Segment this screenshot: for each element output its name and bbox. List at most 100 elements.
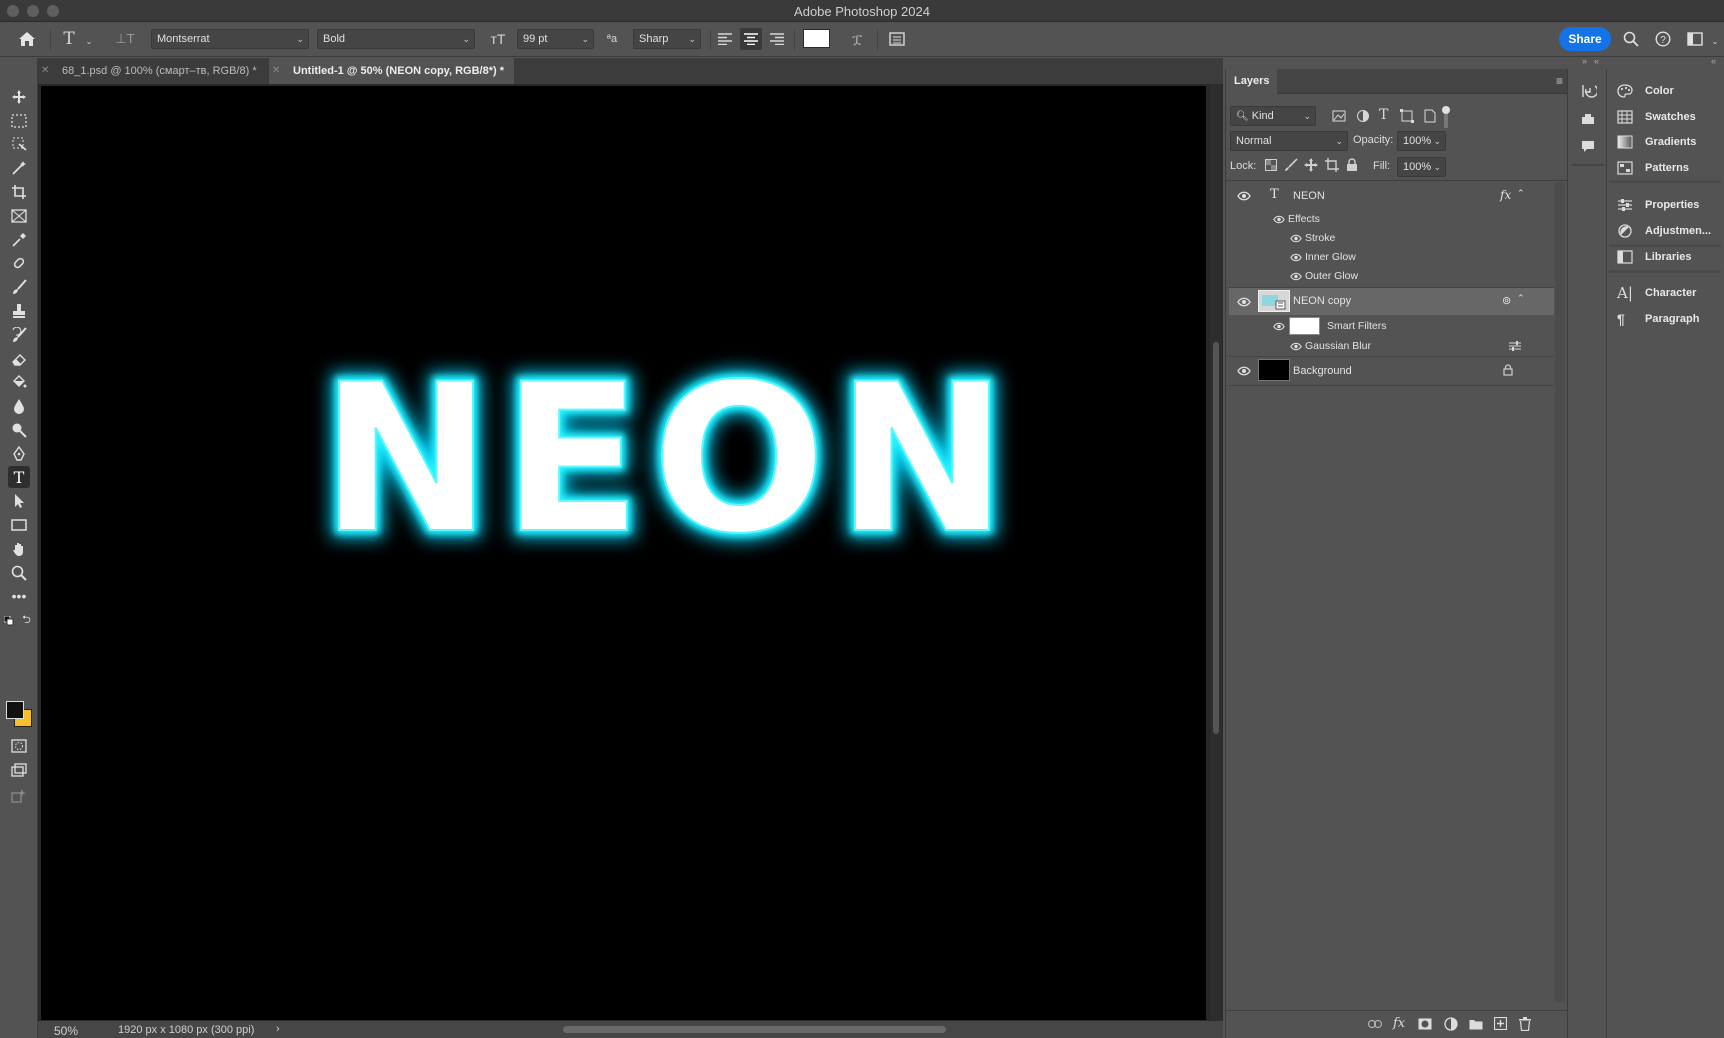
layer-name[interactable]: NEON copy (1293, 295, 1351, 307)
fill-field[interactable]: 100% ⌄ (1397, 157, 1446, 177)
layer-row-background[interactable]: Background (1229, 357, 1554, 384)
adjustments-panel-button[interactable]: Adjustmen... (1617, 221, 1711, 241)
character-panel-toggle-icon[interactable] (886, 28, 908, 50)
layer-row-neon[interactable]: T NEON fx ⌃ (1229, 182, 1554, 210)
type-tool-preset-icon[interactable]: T (58, 28, 80, 50)
visibility-eye-icon[interactable] (1273, 322, 1285, 331)
filter-shape-icon[interactable] (1400, 109, 1416, 123)
filter-adjustment-icon[interactable] (1356, 109, 1372, 123)
healing-brush-tool-icon[interactable] (8, 252, 30, 274)
help-icon[interactable]: ? (1652, 28, 1674, 50)
generative-icon[interactable] (8, 785, 30, 807)
workspace-chevron-icon[interactable]: ⌄ (1704, 30, 1724, 52)
delete-layer-icon[interactable] (1519, 1017, 1531, 1031)
align-center-icon[interactable] (740, 28, 762, 50)
dodge-tool-icon[interactable] (8, 419, 30, 441)
lock-image-pixels-icon[interactable] (1284, 158, 1298, 172)
font-size-dropdown[interactable]: 99 pt ⌄ (517, 29, 594, 49)
collapse-panels-icon[interactable]: » (1582, 56, 1587, 66)
document-tab-68-1[interactable]: ✕ 68_1.psd @ 100% (смарт–тв, RGB/8) * (38, 58, 269, 84)
foreground-color-swatch[interactable] (6, 701, 24, 719)
panel-menu-icon[interactable]: ≡ (1556, 74, 1563, 88)
gradients-panel-button[interactable]: Gradients (1617, 132, 1696, 152)
comments-panel-icon[interactable] (1581, 140, 1595, 154)
vertical-scroll-thumb[interactable] (1213, 342, 1219, 734)
quick-mask-icon[interactable] (8, 735, 30, 757)
filter-row-gaussian-blur[interactable]: Gaussian Blur (1229, 337, 1554, 355)
eyedropper-tool-icon[interactable] (8, 229, 30, 251)
filter-pixel-icon[interactable] (1332, 109, 1348, 123)
patterns-panel-button[interactable]: Patterns (1617, 158, 1689, 178)
eraser-tool-icon[interactable] (8, 348, 30, 370)
tool-preset-chevron-icon[interactable]: ⌄ (78, 30, 100, 52)
effect-row-outer-glow[interactable]: Outer Glow (1229, 267, 1554, 285)
blend-mode-dropdown[interactable]: Normal ⌄ (1230, 131, 1348, 151)
zoom-level[interactable]: 50% (54, 1024, 78, 1038)
toggle-text-orientation-icon[interactable]: ⊥T (114, 28, 136, 50)
layers-scrollbar[interactable] (1555, 182, 1565, 1002)
filter-toggle-icon[interactable] (1442, 106, 1450, 114)
link-layers-icon[interactable] (1368, 1020, 1382, 1028)
horizontal-scroll-thumb[interactable] (563, 1026, 946, 1033)
home-icon[interactable] (16, 28, 38, 50)
smart-filters-row[interactable]: Smart Filters (1229, 316, 1554, 336)
collapse-filters-icon[interactable]: ⌃ (1517, 293, 1525, 304)
text-color-swatch[interactable] (803, 29, 830, 48)
lock-transparent-pixels-icon[interactable] (1265, 158, 1277, 171)
move-tool-icon[interactable] (8, 86, 30, 108)
share-button[interactable]: Share (1559, 27, 1611, 51)
font-style-dropdown[interactable]: Bold ⌄ (317, 29, 475, 49)
new-layer-icon[interactable] (1494, 1017, 1507, 1030)
align-right-icon[interactable] (766, 28, 788, 50)
effect-row-stroke[interactable]: Stroke (1229, 229, 1554, 247)
zoom-tool-icon[interactable] (8, 562, 30, 584)
antialias-dropdown[interactable]: Sharp ⌄ (633, 29, 701, 49)
default-colors-icon[interactable] (3, 613, 14, 626)
layer-name[interactable]: Background (1293, 365, 1352, 377)
document-canvas[interactable]: NEON NEON NEON (41, 86, 1206, 1020)
layer-row-neon-copy[interactable]: NEON copy ⊚ ⌃ (1229, 288, 1554, 315)
expand-right-dock-icon[interactable]: « (1711, 56, 1716, 66)
layer-name[interactable]: NEON (1293, 190, 1325, 202)
lock-icon[interactable] (1503, 364, 1513, 376)
filter-smart-object-icon[interactable] (1422, 109, 1438, 123)
frame-tool-icon[interactable] (8, 205, 30, 227)
vertical-scrollbar[interactable] (1210, 84, 1222, 1021)
history-panel-icon[interactable] (1581, 83, 1597, 99)
close-tab-icon[interactable]: ✕ (272, 58, 280, 84)
pen-tool-icon[interactable] (8, 443, 30, 465)
type-tool-icon[interactable]: T (8, 466, 30, 488)
properties-panel-button[interactable]: Properties (1617, 195, 1699, 215)
visibility-eye-icon[interactable] (1273, 215, 1285, 224)
crop-tool-icon[interactable] (8, 181, 30, 203)
rectangle-tool-icon[interactable] (8, 514, 30, 536)
clone-stamp-tool-icon[interactable] (8, 300, 30, 322)
smart-filter-mask-thumbnail[interactable] (1289, 317, 1320, 335)
hand-tool-icon[interactable] (8, 538, 30, 560)
opacity-field[interactable]: 100% ⌄ (1397, 131, 1446, 151)
search-icon[interactable] (1620, 28, 1642, 50)
character-panel-button[interactable]: A| Character (1617, 283, 1696, 303)
color-panel-button[interactable]: Color (1617, 81, 1674, 101)
layer-filter-kind-dropdown[interactable]: 🔍︎ Kind ⌄ (1230, 106, 1316, 126)
close-tab-icon[interactable]: ✕ (41, 58, 49, 84)
effects-row[interactable]: Effects (1229, 210, 1554, 228)
plugins-panel-icon[interactable] (1581, 113, 1595, 125)
screen-mode-icon[interactable] (8, 759, 30, 781)
visibility-eye-icon[interactable] (1237, 297, 1251, 307)
paint-bucket-tool-icon[interactable] (8, 371, 30, 393)
document-tab-untitled-1[interactable]: ✕ Untitled-1 @ 50% (NEON copy, RGB/8*) * (269, 58, 514, 84)
lock-position-icon[interactable] (1304, 158, 1318, 172)
object-selection-tool-icon[interactable] (8, 133, 30, 155)
add-mask-icon[interactable] (1418, 1018, 1432, 1030)
libraries-panel-button[interactable]: Libraries (1617, 247, 1691, 267)
lock-artboard-icon[interactable] (1325, 158, 1339, 172)
visibility-eye-icon[interactable] (1290, 272, 1302, 281)
canvas-area[interactable]: NEON NEON NEON (38, 84, 1223, 1021)
history-brush-tool-icon[interactable] (8, 324, 30, 346)
visibility-eye-icon[interactable] (1237, 191, 1251, 201)
brush-tool-icon[interactable] (8, 276, 30, 298)
more-tools-icon[interactable]: ••• (8, 585, 30, 607)
layers-tab[interactable]: Layers (1226, 69, 1278, 94)
status-menu-arrow-icon[interactable]: › (276, 1023, 280, 1035)
